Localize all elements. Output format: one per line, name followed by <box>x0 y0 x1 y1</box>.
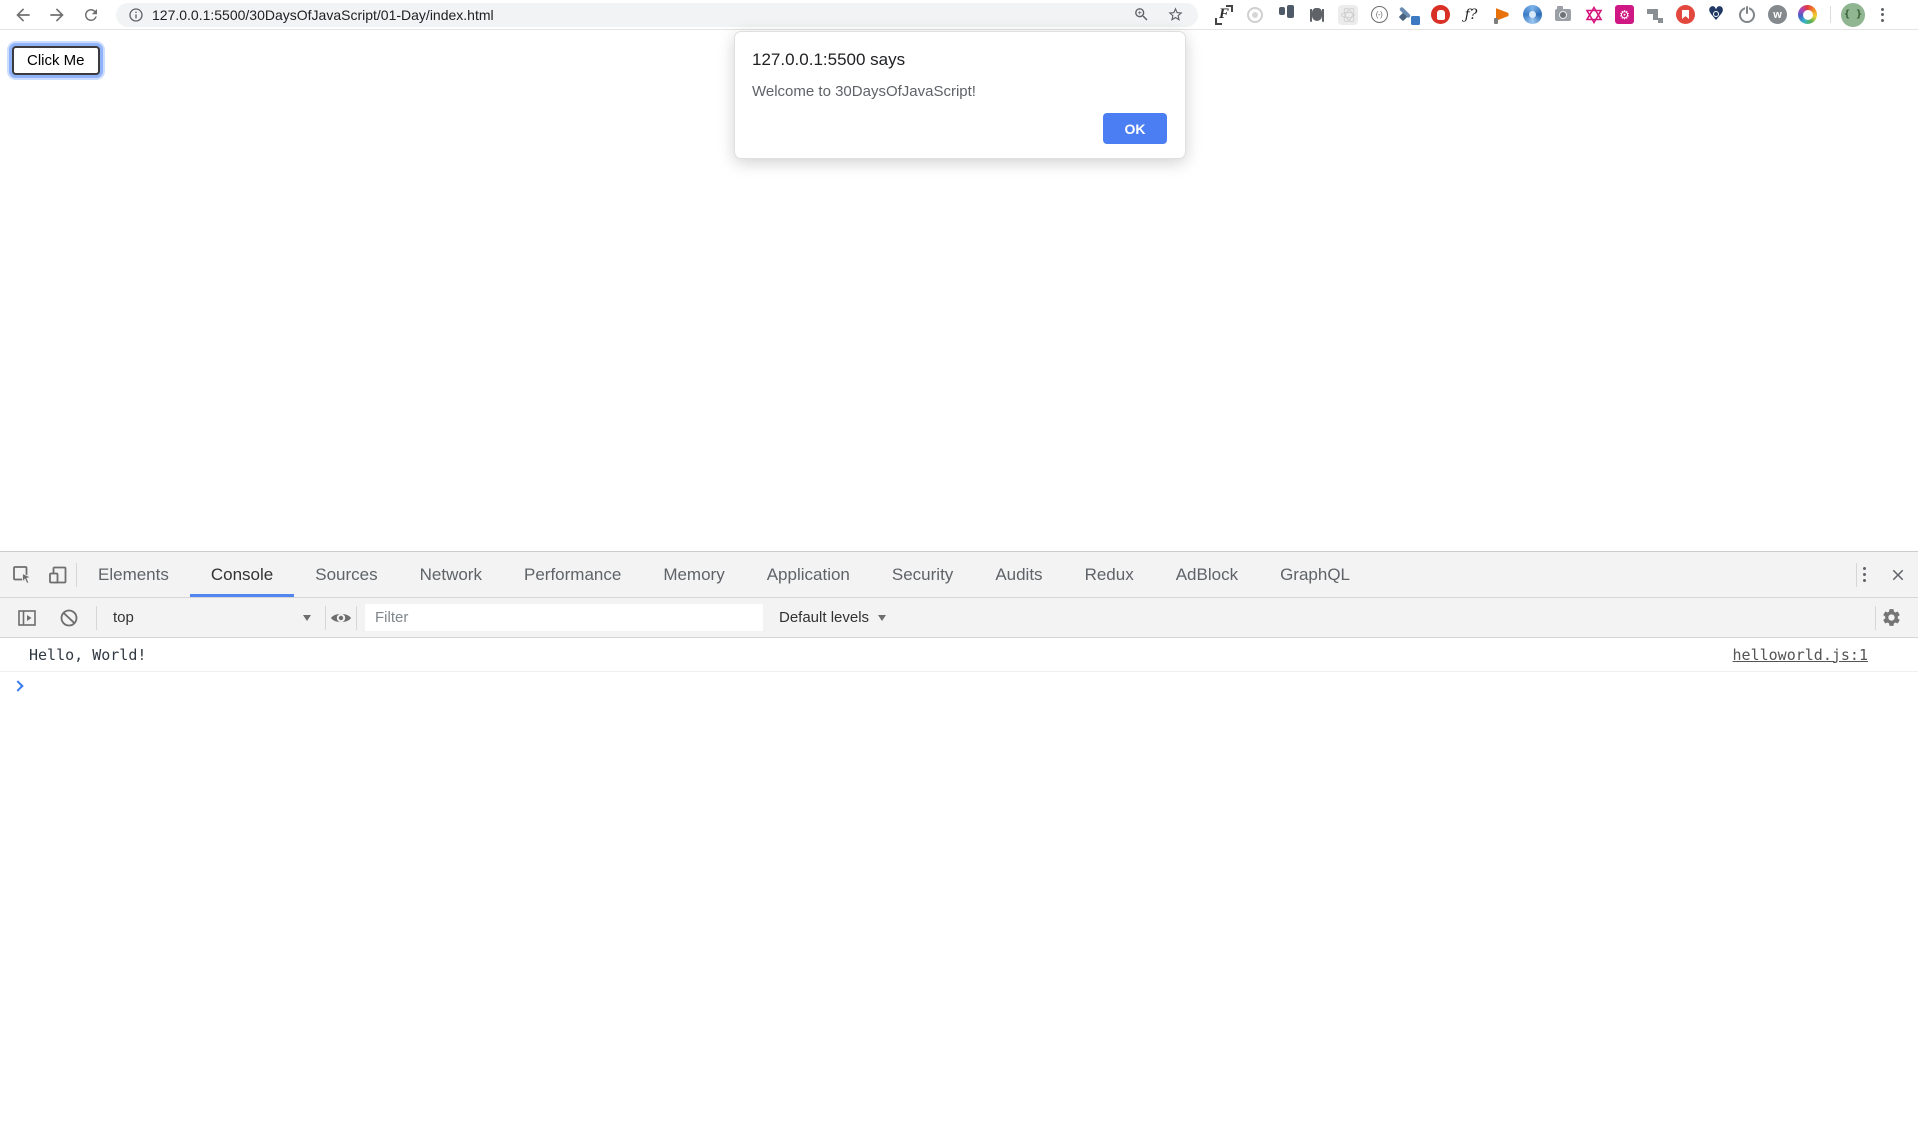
tab-memory[interactable]: Memory <box>642 552 745 597</box>
zoom-in-button[interactable] <box>1130 4 1152 26</box>
browser-menu-kebab-icon[interactable] <box>1877 4 1888 26</box>
execution-context-selector[interactable]: top <box>97 598 325 637</box>
tab-redux[interactable]: Redux <box>1064 552 1155 597</box>
console-toolbar: top Default levels <box>0 598 1918 638</box>
bookmark-circle-extension-icon[interactable] <box>1676 5 1695 24</box>
clear-console-button[interactable] <box>54 598 84 637</box>
eye-icon <box>329 607 353 629</box>
live-expression-button[interactable] <box>326 598 356 637</box>
bug-extension-icon[interactable] <box>1307 5 1327 25</box>
console-prompt-chevron-icon <box>12 680 23 691</box>
console-settings-button[interactable] <box>1876 598 1906 637</box>
stop-hand-extension-icon[interactable] <box>1431 5 1450 24</box>
back-icon <box>13 5 33 25</box>
reload-button[interactable] <box>78 2 104 28</box>
javascript-alert-dialog: 127.0.0.1:5500 says Welcome to 30DaysOfJ… <box>734 31 1186 159</box>
gear-icon <box>1881 607 1902 628</box>
console-log-text: Hello, World! <box>29 646 146 664</box>
bookmark-star-button[interactable] <box>1164 4 1186 26</box>
clear-console-icon <box>58 607 80 629</box>
swirl-extension-icon[interactable] <box>1523 5 1542 24</box>
camera-extension-icon[interactable] <box>1553 5 1573 25</box>
tab-sources[interactable]: Sources <box>294 552 398 597</box>
log-levels-selector[interactable]: Default levels <box>779 609 886 626</box>
page-content: Click Me 127.0.0.1:5500 says Welcome to … <box>0 30 1918 551</box>
execution-context-label: top <box>113 609 134 626</box>
console-output: Hello, World! helloworld.js:1 <box>0 638 1918 1146</box>
close-icon <box>1889 566 1907 584</box>
megaphone-extension-icon[interactable] <box>1492 5 1512 25</box>
extensions-area: F (-) ƒ? ⚙ ♥ w <box>1214 5 1817 25</box>
profile-avatar[interactable]: { } <box>1841 3 1865 27</box>
alert-title: 127.0.0.1:5500 says <box>752 50 1167 70</box>
power-circle-extension-icon[interactable] <box>1737 5 1757 25</box>
heart-search-extension-icon[interactable]: ♥ <box>1706 5 1726 25</box>
star-icon <box>1167 6 1184 23</box>
gear-square-extension-icon[interactable]: ⚙ <box>1615 5 1634 24</box>
wave-circle-extension-icon[interactable]: w <box>1768 5 1787 24</box>
click-me-button[interactable]: Click Me <box>12 46 100 75</box>
blocks-extension-icon[interactable] <box>1645 5 1665 25</box>
tab-console[interactable]: Console <box>190 552 294 597</box>
device-toolbar-button[interactable] <box>40 552 76 597</box>
alert-ok-button[interactable]: OK <box>1103 113 1167 144</box>
forward-icon <box>47 5 67 25</box>
tab-elements[interactable]: Elements <box>77 552 190 597</box>
tab-security[interactable]: Security <box>871 552 974 597</box>
tab-adblock[interactable]: AdBlock <box>1155 552 1259 597</box>
zoom-in-icon <box>1133 6 1150 23</box>
fontface-extension-icon[interactable]: F <box>1214 5 1234 25</box>
inspect-icon <box>11 564 33 586</box>
react-disabled-extension-icon[interactable] <box>1338 5 1358 25</box>
address-bar[interactable]: 127.0.0.1:5500/30DaysOfJavaScript/01-Day… <box>116 3 1198 27</box>
tab-application[interactable]: Application <box>746 552 871 597</box>
console-sidebar-toggle-button[interactable] <box>12 598 42 637</box>
orbit-extension-icon[interactable] <box>1245 5 1265 25</box>
console-log-row: Hello, World! helloworld.js:1 <box>0 638 1918 672</box>
url-text[interactable]: 127.0.0.1:5500/30DaysOfJavaScript/01-Day… <box>152 7 494 23</box>
info-icon[interactable] <box>128 7 144 23</box>
columns-extension-icon[interactable] <box>1276 5 1296 25</box>
forward-button[interactable] <box>44 2 70 28</box>
circle-dash-extension-icon[interactable]: (-) <box>1369 5 1389 25</box>
toolbar-separator <box>1830 6 1831 23</box>
eyedropper-extension-icon[interactable] <box>1400 5 1420 25</box>
devtools-tab-bar: Elements Console Sources Network Perform… <box>0 552 1918 598</box>
devtools-menu-kebab-icon[interactable] <box>1857 561 1873 589</box>
back-button[interactable] <box>10 2 36 28</box>
alert-message: Welcome to 30DaysOfJavaScript! <box>752 83 1167 100</box>
devtools-panel: Elements Console Sources Network Perform… <box>0 551 1918 1146</box>
tab-graphql[interactable]: GraphQL <box>1259 552 1371 597</box>
console-prompt-row[interactable] <box>0 672 1918 702</box>
console-source-link[interactable]: helloworld.js:1 <box>1733 646 1868 664</box>
function-question-extension-icon[interactable]: ƒ? <box>1461 5 1481 25</box>
console-toolbar-separator-3 <box>356 606 357 630</box>
console-filter-input[interactable] <box>365 604 763 631</box>
console-sidebar-icon <box>16 607 38 629</box>
chevron-down-icon <box>303 615 311 621</box>
log-levels-label: Default levels <box>779 609 869 626</box>
device-toolbar-icon <box>47 564 69 586</box>
tab-network[interactable]: Network <box>399 552 503 597</box>
reload-icon <box>82 6 100 24</box>
color-ring-extension-icon[interactable] <box>1798 5 1817 24</box>
tab-audits[interactable]: Audits <box>974 552 1063 597</box>
browser-toolbar: 127.0.0.1:5500/30DaysOfJavaScript/01-Day… <box>0 0 1918 30</box>
hexagram-extension-icon[interactable] <box>1584 5 1604 25</box>
devtools-close-button[interactable] <box>1878 552 1918 597</box>
chevron-down-icon <box>878 615 886 621</box>
tab-performance[interactable]: Performance <box>503 552 642 597</box>
inspect-element-button[interactable] <box>4 552 40 597</box>
